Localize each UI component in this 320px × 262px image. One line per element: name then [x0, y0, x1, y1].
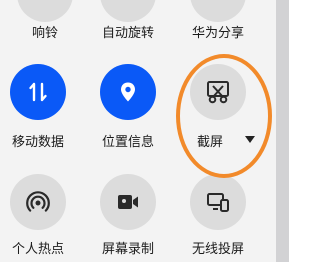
location-icon — [121, 82, 135, 102]
huawei-share-icon-button[interactable] — [190, 0, 246, 22]
hotspot-toggle[interactable] — [10, 174, 66, 230]
tile-huawei-share-label: 华为分享 — [191, 26, 244, 41]
screenshot-label: 截屏 — [196, 135, 223, 150]
mobile-data-icon — [29, 82, 47, 102]
mobile-data-label: 移动数据 — [11, 135, 64, 150]
quick-settings-panel: 响铃 自动旋转 华为分享 移动数据 位置信息 截屏 个人热点 屏幕录制 无线投屏 — [0, 0, 276, 262]
wireless-projection-label: 无线投屏 — [191, 242, 244, 257]
wireless-projection-icon — [207, 193, 229, 212]
wireless-projection-toggle[interactable] — [190, 174, 246, 230]
tile-ring-label: 响铃 — [31, 26, 58, 41]
side-scrollbar-track — [276, 0, 289, 262]
screen-record-icon — [118, 195, 138, 209]
screen-record-toggle[interactable] — [100, 174, 156, 230]
tile-auto-rotate-label: 自动旋转 — [101, 26, 154, 41]
location-toggle[interactable] — [100, 64, 156, 120]
screenshot-icon — [207, 81, 229, 104]
auto-rotate-icon-button[interactable] — [100, 0, 156, 22]
location-label: 位置信息 — [101, 135, 154, 150]
ring-icon-button[interactable] — [17, 0, 73, 22]
hotspot-label: 个人热点 — [11, 242, 64, 257]
hotspot-icon — [26, 191, 50, 212]
screenshot-toggle[interactable] — [190, 64, 246, 120]
screen-record-label: 屏幕录制 — [101, 242, 154, 257]
mobile-data-toggle[interactable] — [10, 64, 66, 120]
screenshot-dropdown-icon[interactable] — [245, 136, 255, 143]
